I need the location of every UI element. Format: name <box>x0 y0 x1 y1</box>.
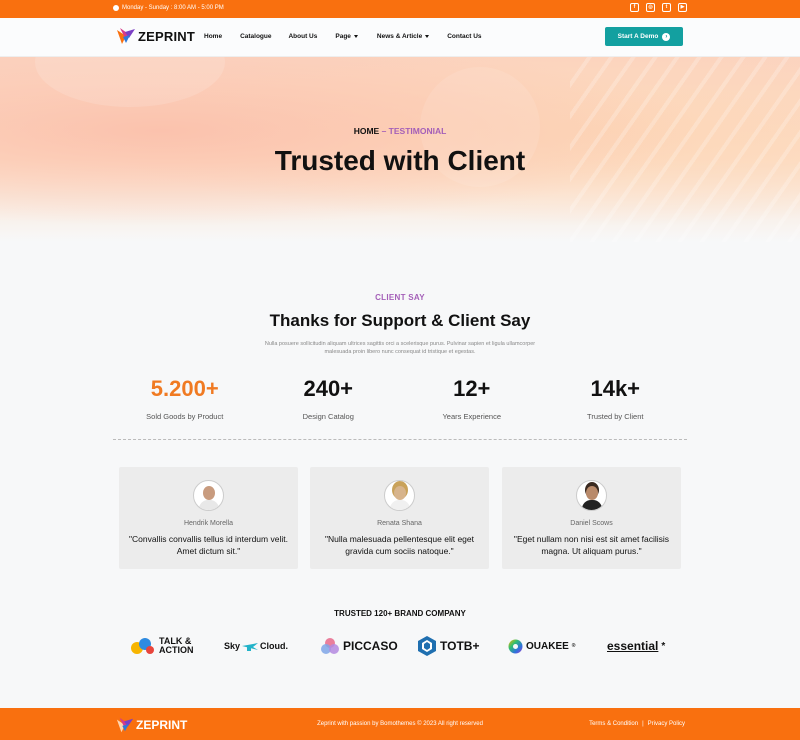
breadcrumb-separator: – <box>379 126 389 136</box>
plane-icon <box>242 643 259 651</box>
avatar-head <box>586 486 598 500</box>
nav-contact[interactable]: Contact Us <box>447 33 481 40</box>
brands-heading: TRUSTED 120+ BRAND COMPANY <box>334 609 466 618</box>
nav-about[interactable]: About Us <box>288 33 317 40</box>
stat-item: 14k+ Trusted by Client <box>544 376 688 426</box>
brand-piccaso-text: PICCASO <box>343 639 398 653</box>
avatar <box>384 480 415 511</box>
footer-privacy-link[interactable]: Privacy Policy <box>648 721 685 727</box>
testimonial-card: Hendrik Morella "Convallis convallis tel… <box>119 467 298 569</box>
nav-news-label: News & Article <box>376 33 423 40</box>
brand-ouakee: OUAKEE ® <box>508 631 575 661</box>
testimonial-card: Renata Shana "Nulla malesuada pellentesq… <box>310 467 489 569</box>
opening-hours: Monday - Sunday : 8:00 AM - 5:00 PM <box>113 5 224 11</box>
stat-item: 240+ Design Catalog <box>257 376 401 426</box>
testimonial-name: Hendrik Morella <box>183 520 234 527</box>
stat-value: 14k+ <box>590 376 641 401</box>
brand-skycloud: Sky Cloud. <box>224 631 288 661</box>
chat-bubbles-icon <box>131 638 154 654</box>
testimonial-quote: "Convallis convallis tellus id interdum … <box>129 534 288 556</box>
stat-label: Years Experience <box>442 412 501 421</box>
avatar <box>576 480 607 511</box>
testimonial-name: Renata Shana <box>377 520 422 527</box>
brand-sky-text: Sky <box>224 641 241 651</box>
breadcrumb: HOME – TESTIMONIAL <box>0 126 800 136</box>
stat-label: Sold Goods by Product <box>146 412 224 421</box>
page-title: Trusted with Client <box>274 145 526 176</box>
avatar-body <box>390 500 410 510</box>
brand-totb-text: TOTB+ <box>440 639 480 653</box>
breadcrumb-home[interactable]: HOME <box>354 126 380 136</box>
footer-links: Terms & Condition | Privacy Policy <box>589 721 685 727</box>
nav-news[interactable]: News & Article <box>376 33 430 40</box>
brand-cloud-text: Cloud. <box>260 641 289 651</box>
section-title: Thanks for Support & Client Say <box>269 311 531 330</box>
stat-value: 5.200+ <box>150 376 219 401</box>
page-hero: HOME – TESTIMONIAL Trusted with Client <box>0 57 800 242</box>
top-bar: Monday - Sunday : 8:00 AM - 5:00 PM f ◎ … <box>0 0 800 18</box>
gradient-circle-icon <box>508 639 523 653</box>
avatar-body <box>199 500 219 510</box>
nav-catalogue[interactable]: Catalogue <box>240 33 271 40</box>
start-demo-label: Start A Demo <box>617 33 659 40</box>
twitter-icon[interactable]: t <box>662 3 671 12</box>
brand-essential: essential * <box>607 631 665 661</box>
brand-talk-action-text: TALK & ACTION <box>159 637 194 655</box>
brand-talk-action: TALK & ACTION <box>130 631 194 661</box>
opening-hours-text: Monday - Sunday : 8:00 AM - 5:00 PM <box>122 5 224 11</box>
site-footer: ZEPRINT Zeprint with passion by Bomothem… <box>0 708 800 740</box>
instagram-icon[interactable]: ◎ <box>646 3 655 12</box>
avatar-head <box>203 486 215 500</box>
section-eyebrow: CLIENT SAY <box>375 293 425 302</box>
logo-bird-icon <box>117 28 135 44</box>
primary-nav: Home Catalogue About Us Page News & Arti… <box>204 33 482 40</box>
youtube-icon[interactable]: ▶ <box>678 3 687 12</box>
chevron-down-icon <box>425 35 430 38</box>
testimonial-name: Daniel Scows <box>570 520 613 527</box>
brand-talk-line2: ACTION <box>159 645 194 655</box>
arrow-right-icon: › <box>662 32 671 41</box>
chevron-down-icon <box>353 35 358 38</box>
circles-logo-icon <box>321 638 339 654</box>
testimonial-quote: "Eget nullam non nisi est sit amet facil… <box>513 534 670 556</box>
brand-logos: TALK & ACTION Sky Cloud. PICCASO TOTB+ O… <box>113 631 687 661</box>
clock-icon <box>113 5 119 11</box>
breadcrumb-current: TESTIMONIAL <box>388 126 447 136</box>
stat-item: 5.200+ Sold Goods by Product <box>113 376 257 426</box>
stat-value: 240+ <box>303 376 354 401</box>
hexagon-logo-icon <box>418 636 436 656</box>
main-navbar: ZEPRINT Home Catalogue About Us Page New… <box>0 18 800 57</box>
avatar-body <box>582 500 602 510</box>
start-demo-button[interactable]: Start A Demo › <box>605 27 683 46</box>
section-divider <box>113 439 687 440</box>
testimonial-list: Hendrik Morella "Convallis convallis tel… <box>119 467 681 569</box>
brand-piccaso: PICCASO <box>320 631 398 661</box>
brand-ouakee-mark: ® <box>571 643 576 649</box>
site-logo[interactable]: ZEPRINT <box>116 26 195 46</box>
stat-value: 12+ <box>453 376 491 401</box>
hero-decor-circle <box>35 57 225 107</box>
stats-row: 5.200+ Sold Goods by Product 240+ Design… <box>113 376 687 426</box>
brand-totb: TOTB+ <box>417 631 479 661</box>
logo-text: ZEPRINT <box>138 28 196 44</box>
stat-item: 12+ Years Experience <box>400 376 544 426</box>
social-links: f ◎ t ▶ <box>630 3 687 12</box>
section-description: Nulla posuere sollicitudin aliquam ultri… <box>264 341 536 355</box>
nav-page[interactable]: Page <box>335 33 358 40</box>
footer-link-separator: | <box>642 721 644 727</box>
facebook-icon[interactable]: f <box>630 3 639 12</box>
testimonial-quote: "Nulla malesuada pellentesque elit eget … <box>324 534 475 556</box>
brand-ouakee-text: OUAKEE <box>526 640 569 652</box>
nav-home[interactable]: Home <box>204 33 222 40</box>
footer-terms-link[interactable]: Terms & Condition <box>589 721 638 727</box>
testimonial-card: Daniel Scows "Eget nullam non nisi est s… <box>502 467 681 569</box>
stat-label: Design Catalog <box>302 412 354 421</box>
nav-page-label: Page <box>335 33 351 40</box>
avatar <box>193 480 224 511</box>
brand-essential-mark: * <box>661 640 666 652</box>
avatar-head <box>394 486 406 500</box>
stat-label: Trusted by Client <box>587 412 644 421</box>
brand-essential-text: essential <box>607 639 659 653</box>
